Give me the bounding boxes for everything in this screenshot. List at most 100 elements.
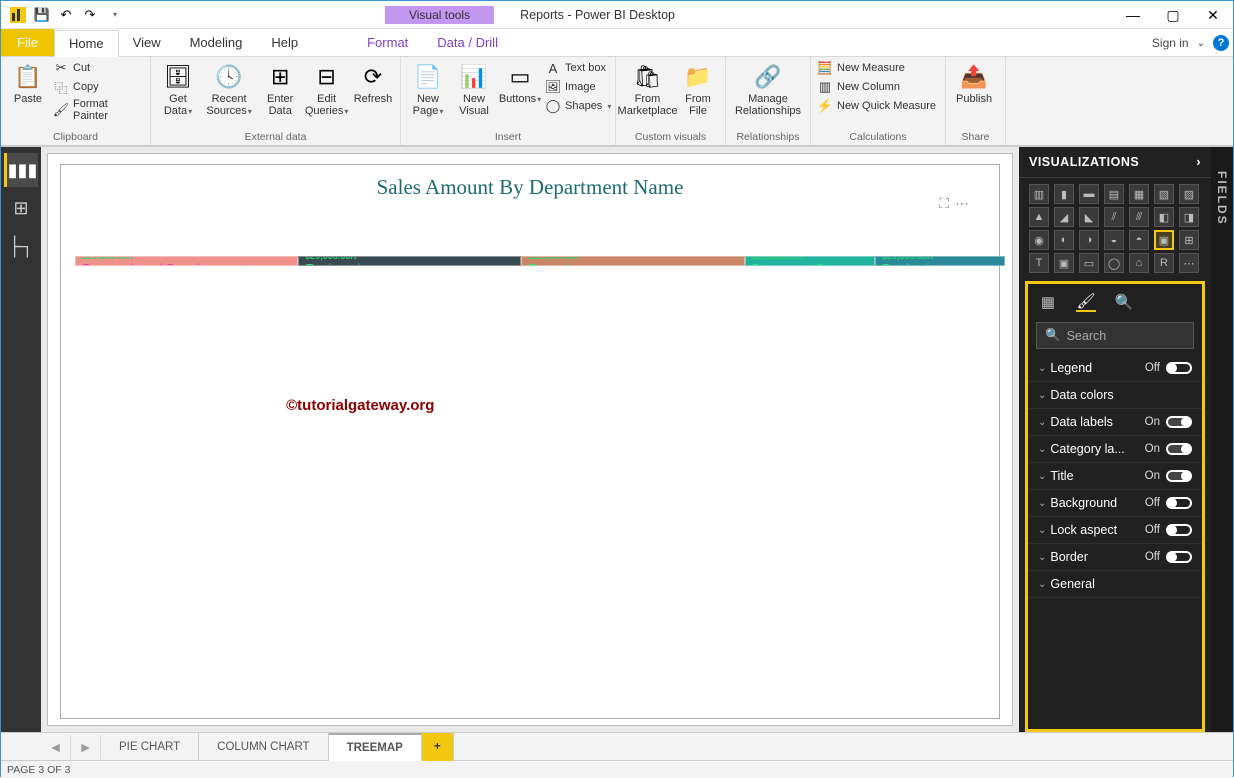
- treemap-cell[interactable]: Production$29,358.68K: [875, 256, 1005, 266]
- collapse-icon[interactable]: ›: [1196, 155, 1201, 169]
- new-page-button[interactable]: 📄New Page▾: [407, 59, 449, 119]
- toggle-switch[interactable]: [1166, 470, 1192, 482]
- toggle-switch[interactable]: [1166, 416, 1192, 428]
- viz-type-icon[interactable]: ⊞: [1179, 230, 1199, 250]
- minimize-button[interactable]: —: [1113, 1, 1153, 29]
- report-view-icon[interactable]: ▮▮▮: [4, 153, 38, 187]
- toggle-switch[interactable]: [1166, 443, 1192, 455]
- save-icon[interactable]: 💾: [31, 4, 53, 26]
- format-property-row[interactable]: ⌄Category la...On: [1028, 436, 1202, 463]
- analytics-tab-icon[interactable]: 🔍: [1114, 292, 1134, 312]
- viz-type-icon[interactable]: ▭: [1079, 253, 1099, 273]
- viz-type-icon[interactable]: ◓: [1129, 230, 1149, 250]
- viz-type-icon[interactable]: ▨: [1179, 184, 1199, 204]
- tab-format[interactable]: Format: [353, 29, 423, 56]
- toggle-switch[interactable]: [1166, 524, 1192, 536]
- toggle-switch[interactable]: [1166, 362, 1192, 374]
- new-column-button[interactable]: ▥New Column: [817, 78, 936, 96]
- format-property-row[interactable]: ⌄Lock aspectOff: [1028, 517, 1202, 544]
- format-tab-icon[interactable]: 🖌: [1076, 292, 1096, 312]
- signin-link[interactable]: Sign in: [1152, 36, 1189, 50]
- tab-column-chart[interactable]: COLUMN CHART: [199, 733, 328, 761]
- treemap-visual[interactable]: ⛶ ⋯ Sales Amount By Department Name ©tut…: [60, 164, 1000, 719]
- recent-sources-button[interactable]: 🕓Recent Sources▾: [203, 59, 255, 119]
- help-icon[interactable]: ?: [1213, 35, 1229, 51]
- focus-mode-icon[interactable]: ⛶: [939, 195, 949, 212]
- copy-button[interactable]: ⿻Copy: [53, 78, 144, 96]
- shapes-button[interactable]: ◯Shapes▾: [545, 97, 611, 115]
- format-property-row[interactable]: ⌄TitleOn: [1028, 463, 1202, 490]
- enter-data-button[interactable]: ⊞Enter Data: [259, 59, 301, 119]
- image-button[interactable]: 🖼Image: [545, 78, 611, 96]
- treemap-cell[interactable]: Executive$29,358.68K: [521, 256, 744, 266]
- tab-home[interactable]: Home: [54, 30, 119, 57]
- tab-treemap[interactable]: TREEMAP: [329, 733, 422, 761]
- viz-type-icon[interactable]: ▥: [1029, 184, 1049, 204]
- viz-type-icon[interactable]: ◣: [1079, 207, 1099, 227]
- chevron-down-icon[interactable]: ⌄: [1197, 38, 1205, 49]
- new-measure-button[interactable]: 🧮New Measure: [817, 59, 936, 77]
- viz-type-icon[interactable]: ◒: [1104, 230, 1124, 250]
- cut-button[interactable]: ✂Cut: [53, 59, 144, 77]
- tab-datadrill[interactable]: Data / Drill: [423, 29, 513, 56]
- buttons-button[interactable]: ▭Buttons▾: [499, 59, 541, 107]
- tab-pie-chart[interactable]: PIE CHART: [101, 733, 199, 761]
- viz-type-icon[interactable]: ⋯: [1179, 253, 1199, 273]
- new-quick-measure-button[interactable]: ⚡New Quick Measure: [817, 97, 936, 115]
- viz-type-icon[interactable]: ◧: [1154, 207, 1174, 227]
- next-page-button[interactable]: ►: [71, 735, 101, 759]
- viz-type-icon[interactable]: ◐: [1054, 230, 1074, 250]
- treemap-cell[interactable]: Document Cont...$29,358.68K: [745, 256, 875, 266]
- viz-type-icon[interactable]: ⫻: [1129, 207, 1149, 227]
- report-canvas[interactable]: ⛶ ⋯ Sales Amount By Department Name ©tut…: [47, 153, 1013, 726]
- undo-icon[interactable]: ↶: [55, 4, 77, 26]
- add-page-button[interactable]: +: [422, 733, 454, 761]
- maximize-button[interactable]: ▢: [1153, 1, 1193, 29]
- viz-type-icon[interactable]: ▣: [1154, 230, 1174, 250]
- new-visual-button[interactable]: 📊New Visual: [453, 59, 495, 119]
- format-property-row[interactable]: ⌄BackgroundOff: [1028, 490, 1202, 517]
- textbox-button[interactable]: AText box: [545, 59, 611, 77]
- fields-tab-icon[interactable]: ▦: [1038, 292, 1058, 312]
- redo-icon[interactable]: ↷: [79, 4, 101, 26]
- viz-type-icon[interactable]: ▦: [1129, 184, 1149, 204]
- refresh-button[interactable]: ⟳Refresh: [352, 59, 394, 107]
- toggle-switch[interactable]: [1166, 551, 1192, 563]
- viz-type-icon[interactable]: ◢: [1054, 207, 1074, 227]
- viz-type-icon[interactable]: T: [1029, 253, 1049, 273]
- edit-queries-button[interactable]: ⊟Edit Queries▾: [305, 59, 348, 119]
- prev-page-button[interactable]: ◄: [41, 735, 71, 759]
- tab-view[interactable]: View: [119, 29, 176, 56]
- more-options-icon[interactable]: ⋯: [955, 195, 969, 212]
- from-file-button[interactable]: 📁From File: [677, 59, 719, 119]
- paste-button[interactable]: 📋Paste: [7, 59, 49, 107]
- from-marketplace-button[interactable]: 🛍From Marketplace: [622, 59, 673, 119]
- format-painter-button[interactable]: 🖌Format Painter: [53, 97, 144, 123]
- model-view-icon[interactable]: ├┐: [4, 229, 38, 263]
- format-property-row[interactable]: ⌄LegendOff: [1028, 355, 1202, 382]
- data-view-icon[interactable]: ⊞: [4, 191, 38, 225]
- qat-dropdown-icon[interactable]: ▾: [104, 4, 126, 26]
- viz-type-icon[interactable]: ⌂: [1129, 253, 1149, 273]
- fields-pane-collapsed[interactable]: FIELDS: [1211, 147, 1233, 732]
- treemap-cell[interactable]: Research and Development$29,358.68K: [75, 256, 298, 266]
- treemap-cell[interactable]: Engineering$29,358.68K: [298, 256, 521, 266]
- viz-type-icon[interactable]: R: [1154, 253, 1174, 273]
- viz-type-icon[interactable]: ▲: [1029, 207, 1049, 227]
- tab-modeling[interactable]: Modeling: [176, 29, 258, 56]
- viz-type-icon[interactable]: ◨: [1179, 207, 1199, 227]
- viz-type-icon[interactable]: ▬: [1079, 184, 1099, 204]
- close-button[interactable]: ✕: [1193, 1, 1233, 29]
- viz-type-icon[interactable]: ▧: [1154, 184, 1174, 204]
- tab-file[interactable]: File: [1, 29, 54, 56]
- viz-type-icon[interactable]: ▮: [1054, 184, 1074, 204]
- format-property-row[interactable]: ⌄Data labelsOn: [1028, 409, 1202, 436]
- viz-type-icon[interactable]: ◯: [1104, 253, 1124, 273]
- format-property-row[interactable]: ⌄General: [1028, 571, 1202, 598]
- format-search[interactable]: 🔍 Search: [1036, 322, 1194, 349]
- viz-type-icon[interactable]: ▣: [1054, 253, 1074, 273]
- get-data-button[interactable]: 🗄Get Data▾: [157, 59, 199, 119]
- publish-button[interactable]: 📤Publish: [952, 59, 996, 107]
- viz-type-icon[interactable]: ⫽: [1104, 207, 1124, 227]
- format-property-row[interactable]: ⌄BorderOff: [1028, 544, 1202, 571]
